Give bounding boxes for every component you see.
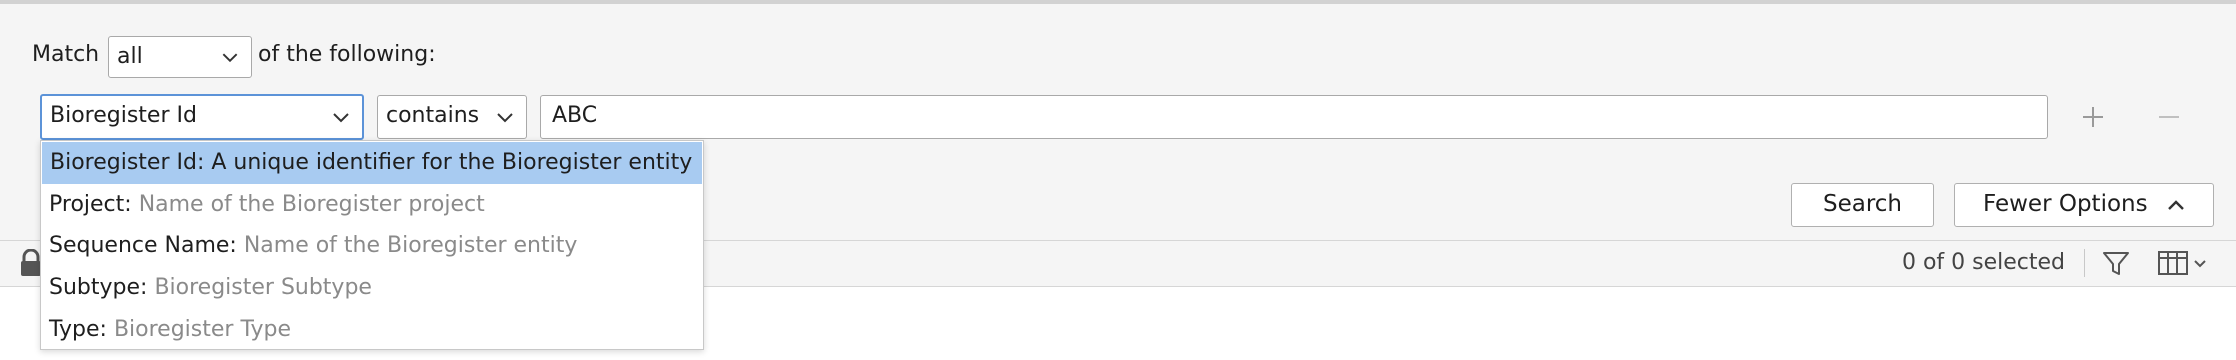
match-label: Match <box>32 42 100 67</box>
field-option[interactable]: Type: Bioregister Type <box>41 309 703 351</box>
field-option-name: Type: <box>49 317 107 342</box>
chevron-down-icon <box>333 113 349 123</box>
search-button[interactable]: Search <box>1791 183 1934 227</box>
search-button-label: Search <box>1822 191 1903 217</box>
field-option[interactable]: Project: Name of the Bioregister project <box>41 184 703 226</box>
field-option[interactable]: Subtype: Bioregister Subtype <box>41 267 703 309</box>
operator-select-value: contains <box>386 103 480 128</box>
columns-icon[interactable] <box>2156 248 2214 278</box>
field-option-desc: Bioregister Subtype <box>154 275 372 300</box>
remove-condition-icon[interactable] <box>2155 103 2183 131</box>
field-option-name: Bioregister Id: <box>50 150 205 175</box>
add-condition-icon[interactable] <box>2079 103 2107 131</box>
field-option-name: Subtype: <box>49 275 148 300</box>
fewer-options-label: Fewer Options <box>1983 191 2148 217</box>
toolbar-divider <box>2084 249 2085 277</box>
chevron-down-icon <box>497 113 513 123</box>
chevron-down-icon <box>222 53 238 63</box>
value-input-text: ABC <box>552 103 598 128</box>
field-option[interactable]: Bioregister Id: A unique identifier for … <box>42 142 702 184</box>
value-input[interactable]: ABC <box>540 95 2048 139</box>
selection-count: 0 of 0 selected <box>1901 250 2065 275</box>
chevron-up-icon <box>2168 200 2184 210</box>
field-option-desc: A unique identifier for the Bioregister … <box>211 150 693 175</box>
field-option-name: Project: <box>49 192 132 217</box>
match-mode-select[interactable]: all <box>108 36 252 78</box>
field-option-desc: Name of the Bioregister entity <box>243 233 578 258</box>
field-select[interactable]: Bioregister Id <box>40 94 364 140</box>
field-option-name: Sequence Name: <box>49 233 237 258</box>
fewer-options-button[interactable]: Fewer Options <box>1954 183 2214 227</box>
field-dropdown-list: Bioregister Id: A unique identifier for … <box>40 140 704 350</box>
field-select-value: Bioregister Id <box>50 103 197 128</box>
match-mode-value: all <box>117 44 143 69</box>
field-option-desc: Name of the Bioregister project <box>138 192 485 217</box>
filter-icon[interactable] <box>2101 248 2131 278</box>
field-option[interactable]: Sequence Name: Name of the Bioregister e… <box>41 225 703 267</box>
field-option-desc: Bioregister Type <box>113 317 291 342</box>
operator-select[interactable]: contains <box>377 95 527 139</box>
match-suffix-label: of the following: <box>258 42 436 67</box>
